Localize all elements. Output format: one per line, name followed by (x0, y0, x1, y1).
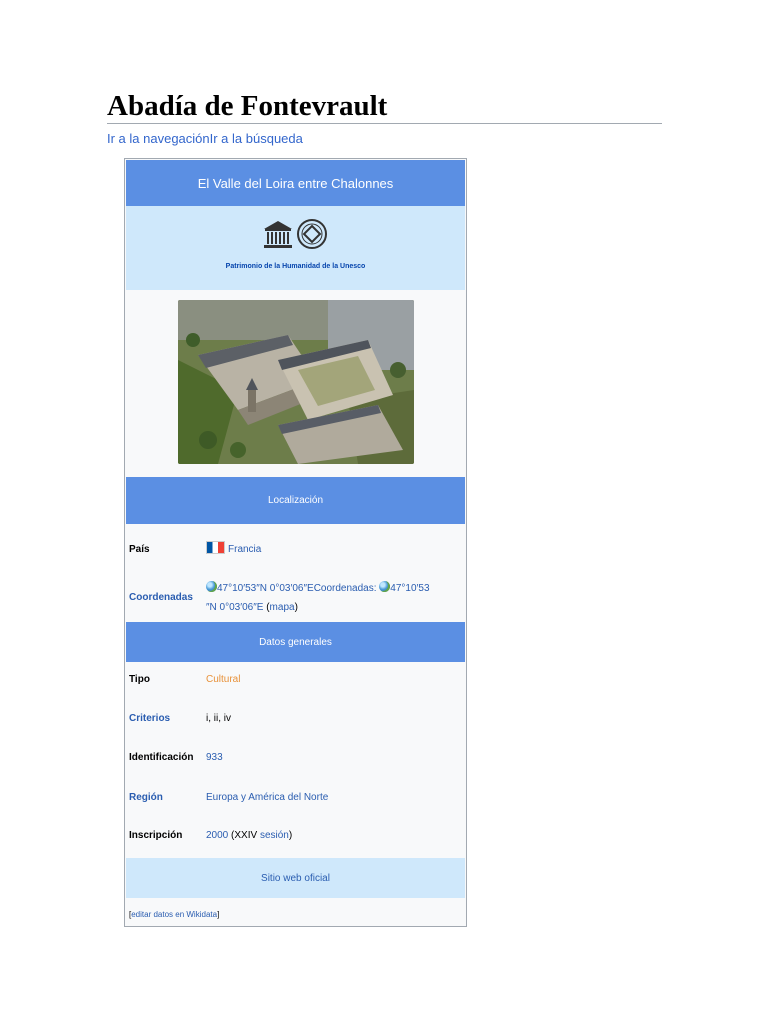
pais-value: Francia (206, 541, 261, 555)
identificacion-value[interactable]: 933 (206, 752, 223, 763)
region-label[interactable]: Región (129, 792, 163, 803)
unesco-logo-icon[interactable] (261, 218, 331, 252)
title-divider (107, 123, 662, 124)
heritage-banner: Patrimonio de la Humanidad de la Unesco (126, 206, 465, 290)
page-title: Abadía de Fontevrault (107, 90, 388, 122)
globe-icon[interactable] (206, 581, 217, 592)
coordenadas-value: 47°10′53″N 0°03′06″ECoordenadas: 47°10′5… (206, 579, 464, 617)
pais-link[interactable]: Francia (228, 544, 261, 555)
tipo-value[interactable]: Cultural (206, 674, 240, 685)
coordenadas-label[interactable]: Coordenadas (129, 592, 193, 603)
edit-wikidata: [editar datos en Wikidata] (129, 910, 219, 919)
jump-to-navigation-link[interactable]: Ir a la navegación (107, 131, 210, 146)
inscripcion-value: 2000 (XXIV sesión) (206, 830, 292, 841)
infobox: El Valle del Loira entre Chalonnes Patri… (124, 158, 467, 927)
section-localizacion: Localización (126, 477, 465, 524)
map-link[interactable]: mapa (270, 602, 295, 613)
pais-label: País (129, 544, 150, 555)
abbey-aerial-photo[interactable] (178, 300, 414, 464)
jump-to-search-link[interactable]: Ir a la búsqueda (210, 131, 303, 146)
criterios-label[interactable]: Criterios (129, 713, 170, 724)
heritage-label: Patrimonio de la Humanidad de la Unesco (225, 263, 366, 270)
coordinates-link[interactable]: 47°10′53 (390, 583, 429, 594)
coordinates-link[interactable]: Coordenadas: (314, 583, 380, 594)
map-paren: ) (294, 602, 298, 613)
jump-links: Ir a la navegaciónIr a la búsqueda (107, 131, 303, 146)
coordinates-link[interactable]: ″N 0°03′06″E (206, 602, 263, 613)
inscripcion-label: Inscripción (129, 830, 183, 841)
edit-wikidata-link[interactable]: editar datos en Wikidata (131, 910, 217, 919)
globe-icon[interactable] (379, 581, 391, 592)
session-link[interactable]: sesión (260, 830, 289, 841)
inscription-middle: (XXIV (228, 830, 260, 841)
section-datos-generales: Datos generales (126, 622, 465, 662)
inscription-year-link[interactable]: 2000 (206, 830, 228, 841)
coordinates-link[interactable]: 47°10′53″N 0°03′06″E (217, 583, 314, 594)
edit-bracket: ] (217, 910, 220, 919)
identificacion-label: Identificación (129, 752, 194, 763)
france-flag-icon (206, 541, 225, 554)
inscription-end: ) (288, 830, 293, 841)
region-value[interactable]: Europa y América del Norte (206, 792, 328, 803)
official-website-link[interactable]: Sitio web oficial (126, 858, 465, 898)
tipo-label: Tipo (129, 674, 150, 685)
infobox-header: El Valle del Loira entre Chalonnes (126, 160, 465, 206)
criterios-value: i, ii, iv (206, 713, 231, 724)
